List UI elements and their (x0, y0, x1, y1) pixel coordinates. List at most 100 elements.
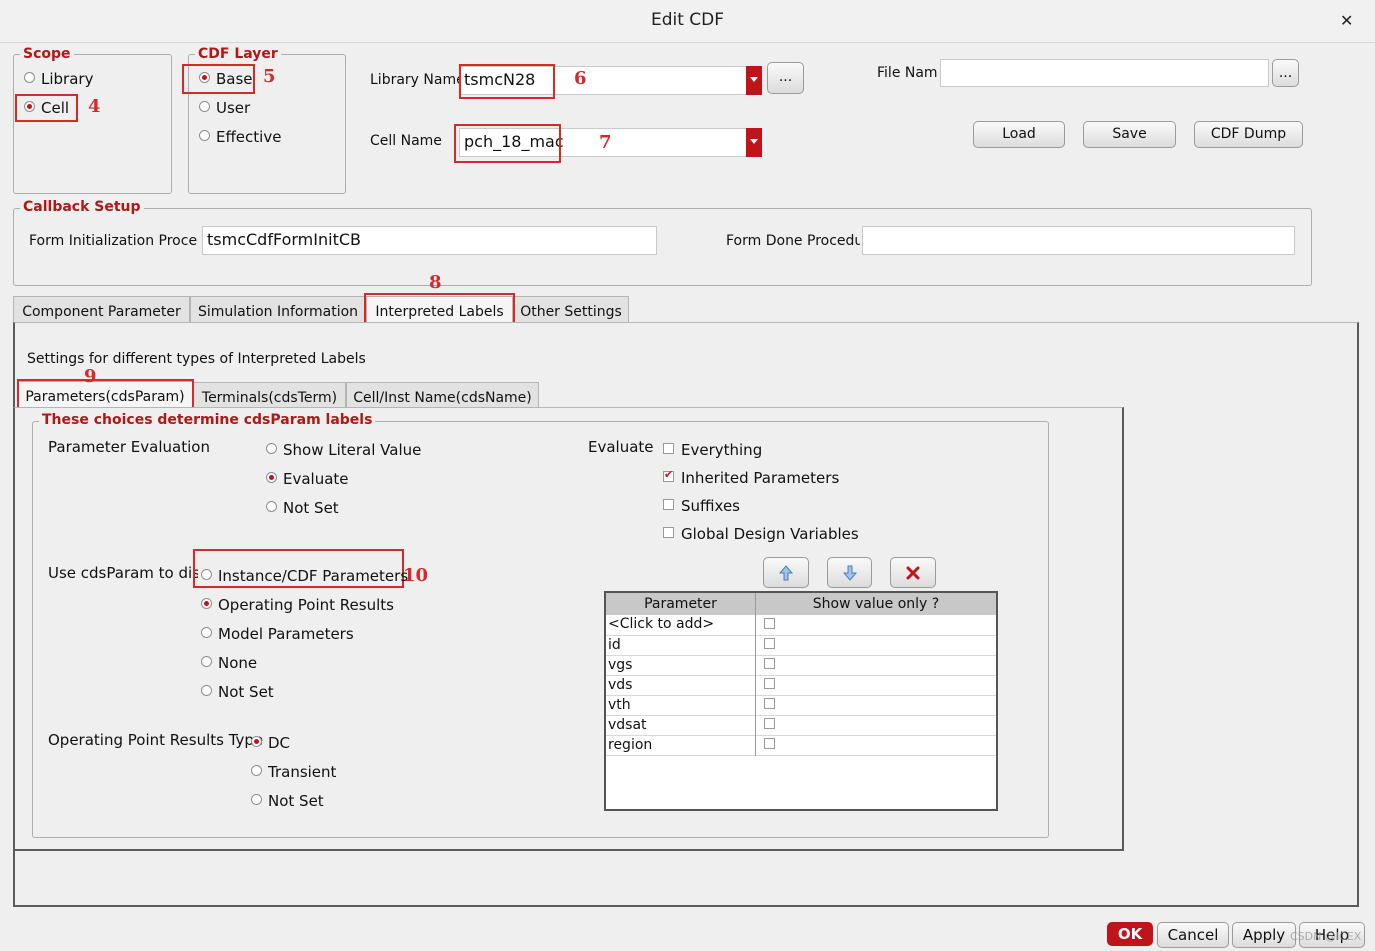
file-browse-button[interactable]: ... (1272, 59, 1299, 87)
cdf-layer-effective-label: Effective (216, 128, 282, 146)
row-show-cell[interactable] (756, 715, 997, 735)
col-show-value-header[interactable]: Show value only ? (756, 593, 997, 615)
cdf-dump-button[interactable]: CDF Dump (1194, 121, 1303, 148)
evaluate-everything-checkbox[interactable] (663, 443, 674, 454)
param-eval-evaluate-radio[interactable] (266, 472, 277, 483)
delete-row-button[interactable] (890, 557, 936, 588)
row-show-cell[interactable] (756, 695, 997, 715)
file-name-label: File Nam (877, 65, 938, 81)
use-model-params-label: Model Parameters (218, 625, 354, 643)
op-type-transient-radio[interactable] (251, 765, 262, 776)
tab-component-parameter[interactable]: Component Parameter (13, 296, 190, 323)
col-parameter-header[interactable]: Parameter (606, 593, 756, 615)
op-type-label: Operating Point Results Type (48, 731, 264, 749)
ok-button[interactable]: OK (1107, 922, 1153, 946)
row-show-cell[interactable] (756, 655, 997, 675)
op-type-transient-label: Transient (268, 763, 337, 781)
move-down-button[interactable] (827, 557, 872, 588)
cdsparam-choices-legend: These choices determine cdsParam labels (39, 412, 376, 428)
form-init-label: Form Initialization Proce (29, 233, 198, 249)
library-browse-button[interactable]: ... (767, 62, 804, 94)
form-init-field[interactable]: tsmcCdfFormInitCB (202, 226, 657, 255)
cancel-button[interactable]: Cancel (1157, 922, 1229, 948)
show-value-checkbox[interactable] (764, 718, 775, 729)
close-icon[interactable]: ✕ (1340, 11, 1353, 30)
param-eval-notset-label: Not Set (283, 499, 339, 517)
show-value-checkbox[interactable] (764, 698, 775, 709)
show-value-checkbox[interactable] (764, 638, 775, 649)
use-model-params-radio[interactable] (201, 627, 212, 638)
use-none-radio[interactable] (201, 656, 212, 667)
table-row[interactable]: vgs (606, 655, 996, 675)
use-op-results-radio[interactable] (201, 598, 212, 609)
evaluate-suffixes-checkbox[interactable] (663, 499, 674, 510)
row-show-cell[interactable] (756, 635, 997, 655)
form-done-label: Form Done Procedu (726, 233, 860, 249)
scope-library-label: Library (41, 70, 94, 88)
show-value-checkbox[interactable] (764, 617, 775, 629)
scope-cell-radio[interactable] (24, 101, 35, 112)
show-value-checkbox[interactable] (764, 738, 775, 749)
row-parameter-cell[interactable]: vdsat (606, 715, 756, 735)
file-name-field[interactable] (940, 59, 1269, 87)
row-parameter-cell[interactable]: <Click to add> (606, 615, 756, 635)
row-parameter-cell[interactable]: vds (606, 675, 756, 695)
show-value-checkbox[interactable] (764, 678, 775, 689)
arrow-up-icon (778, 565, 794, 581)
evaluate-inherited-label: Inherited Parameters (681, 469, 840, 487)
use-none-label: None (218, 654, 258, 672)
subtab-terminals[interactable]: Terminals(cdsTerm) (193, 382, 346, 409)
cdf-layer-base-label: Base (216, 70, 253, 88)
save-button[interactable]: Save (1083, 121, 1176, 148)
move-up-button[interactable] (763, 557, 809, 588)
table-row[interactable]: vth (606, 695, 996, 715)
show-value-checkbox[interactable] (764, 658, 775, 669)
row-parameter-cell[interactable]: vgs (606, 655, 756, 675)
cdf-layer-user-radio[interactable] (199, 101, 210, 112)
library-dropdown-arrow[interactable] (746, 66, 762, 95)
scope-cell-label: Cell (41, 99, 70, 117)
table-row[interactable]: <Click to add> (606, 615, 996, 635)
watermark: CSDN @ICEX (1290, 930, 1362, 943)
row-show-cell[interactable] (756, 735, 997, 755)
param-eval-literal-radio[interactable] (266, 443, 277, 454)
row-parameter-cell[interactable]: id (606, 635, 756, 655)
param-eval-literal-label: Show Literal Value (283, 441, 422, 459)
evaluate-inherited-checkbox[interactable] (663, 468, 674, 482)
form-done-field[interactable] (862, 226, 1295, 255)
table-row[interactable]: region (606, 735, 996, 755)
apply-button[interactable]: Apply (1232, 922, 1296, 948)
op-type-dc-label: DC (268, 734, 291, 752)
op-type-notset-radio[interactable] (251, 794, 262, 805)
subtab-cell-inst-name[interactable]: Cell/Inst Name(cdsName) (346, 382, 539, 409)
tab-other-settings[interactable]: Other Settings (513, 296, 629, 323)
param-eval-notset-radio[interactable] (266, 501, 277, 512)
evaluate-label: Evaluate (588, 438, 654, 456)
evaluate-global-vars-checkbox[interactable] (663, 527, 674, 538)
cell-name-label: Cell Name (370, 133, 442, 149)
param-eval-label: Parameter Evaluation (48, 438, 210, 456)
annotation-5: 5 (263, 66, 276, 87)
callback-setup-legend: Callback Setup (20, 199, 144, 215)
use-op-results-label: Operating Point Results (218, 596, 394, 614)
scope-legend: Scope (20, 46, 74, 62)
row-show-cell[interactable] (756, 675, 997, 695)
row-show-cell[interactable] (756, 615, 997, 635)
annotation-9: 9 (84, 366, 97, 387)
op-type-dc-radio[interactable] (251, 736, 262, 747)
load-button[interactable]: Load (973, 121, 1065, 148)
row-parameter-cell[interactable]: vth (606, 695, 756, 715)
annotation-4: 4 (88, 96, 101, 117)
annotation-6: 6 (574, 68, 587, 89)
scope-library-radio[interactable] (24, 72, 35, 83)
tab-simulation-information[interactable]: Simulation Information (190, 296, 366, 323)
use-notset-radio[interactable] (201, 685, 212, 696)
table-row[interactable]: vdsat (606, 715, 996, 735)
table-row[interactable]: id (606, 635, 996, 655)
cell-dropdown-arrow[interactable] (746, 128, 762, 157)
cdf-layer-effective-radio[interactable] (199, 130, 210, 141)
use-instance-cdf-radio[interactable] (201, 569, 212, 580)
table-row[interactable]: vds (606, 675, 996, 695)
row-parameter-cell[interactable]: region (606, 735, 756, 755)
cdf-layer-base-radio[interactable] (199, 72, 210, 83)
